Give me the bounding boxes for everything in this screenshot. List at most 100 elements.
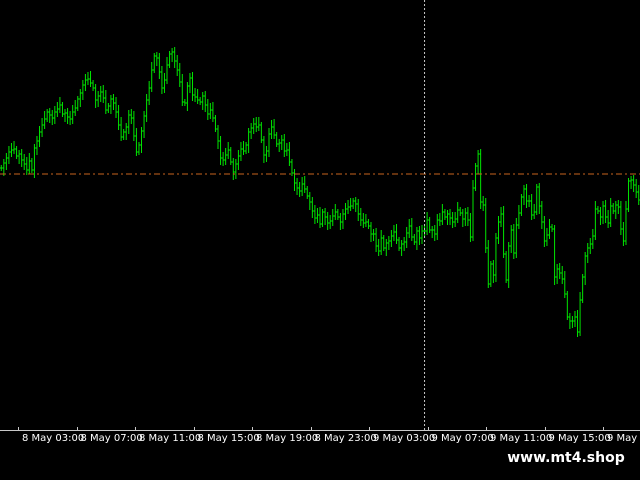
ohlc-bar (165, 57, 169, 84)
ohlc-bar (262, 136, 266, 163)
ohlc-bar (109, 95, 113, 114)
ohlc-bar (254, 117, 258, 132)
ohlc-bar (129, 109, 133, 124)
time-axis-tick (252, 427, 253, 431)
ohlc-bar (216, 125, 220, 149)
ohlc-bar (111, 94, 115, 110)
ohlc-bar (598, 207, 602, 225)
ohlc-bar (35, 136, 39, 155)
ohlc-bar (94, 84, 98, 108)
ohlc-bar (318, 207, 322, 228)
time-axis-label: 9 May 11:00 (490, 433, 553, 444)
ohlc-bar (387, 236, 391, 250)
ohlc-bar (517, 205, 521, 229)
ohlc-bar (581, 274, 585, 303)
ohlc-bar (298, 182, 302, 197)
ohlc-bar (30, 158, 34, 173)
ohlc-bar (456, 202, 460, 223)
ohlc-bar (211, 102, 215, 122)
time-axis-tick (486, 427, 487, 431)
ohlc-bar (474, 163, 478, 191)
ohlc-bar (349, 198, 353, 211)
ohlc-bar (359, 208, 363, 226)
ohlc-bar (443, 209, 447, 220)
ohlc-bar (547, 219, 551, 239)
ohlc-bar (25, 157, 29, 175)
ohlc-bar (382, 235, 386, 251)
ohlc-bar (300, 177, 304, 196)
ohlc-bar (198, 97, 202, 105)
ohlc-bar (394, 224, 398, 244)
ohlc-bar (389, 230, 393, 247)
ohlc-bar (78, 89, 82, 107)
ohlc-bar (479, 149, 483, 209)
ohlc-bar (308, 192, 312, 210)
ohlc-bar (160, 66, 164, 94)
ohlc-bar (604, 200, 608, 223)
ohlc-bar (428, 217, 432, 233)
ohlc-bar (145, 94, 149, 122)
ohlc-bar (514, 218, 518, 258)
ohlc-bar (586, 243, 590, 263)
ohlc-bar (491, 260, 495, 283)
ohlc-bar (66, 108, 70, 124)
ohlc-bar (555, 264, 559, 284)
ohlc-bar (578, 292, 582, 336)
ohlc-bar (275, 132, 279, 147)
ohlc-bar (224, 148, 228, 165)
ohlc-bar (32, 144, 36, 178)
ohlc-bar (234, 159, 238, 179)
ohlc-bar (364, 214, 368, 227)
ohlc-bar (614, 201, 618, 219)
time-axis-label: 9 May 07:00 (431, 433, 494, 444)
ohlc-bar (507, 242, 511, 288)
time-axis-label: 9 May 19:00 (607, 433, 640, 444)
ohlc-bar (525, 184, 529, 208)
ohlc-bar (203, 91, 207, 112)
ohlc-bar (252, 118, 256, 134)
ohlc-bar (512, 224, 516, 259)
ohlc-bar (420, 225, 424, 244)
time-axis-tick (427, 427, 429, 431)
ohlc-bar (570, 316, 574, 328)
ohlc-bar (249, 123, 253, 139)
ohlc-bar (351, 198, 355, 209)
chart-window[interactable]: 8 May 03:00 8 May 07:00 8 May 11:00 8 May 1… (0, 0, 640, 480)
ohlc-bar (499, 207, 503, 227)
ohlc-bar (540, 201, 544, 229)
ohlc-bar (343, 203, 347, 220)
time-axis-label: 9 May 15:00 (548, 433, 611, 444)
ohlc-bar (4, 153, 8, 170)
ohlc-bar (435, 214, 439, 240)
ohlc-bar (60, 102, 64, 117)
ohlc-bar (71, 105, 75, 124)
ohlc-bar (558, 263, 562, 279)
ohlc-bar (264, 146, 268, 162)
ohlc-bar (504, 251, 508, 283)
ohlc-bar (83, 74, 87, 91)
ohlc-bar (15, 146, 19, 159)
ohlc-bar (484, 198, 488, 253)
ohlc-bar (486, 240, 490, 288)
ohlc-bar (461, 209, 465, 227)
price-chart[interactable] (0, 0, 640, 430)
ohlc-bar (560, 266, 564, 284)
ohlc-bar (175, 55, 179, 76)
ohlc-bar (583, 252, 587, 285)
ohlc-bar (619, 201, 623, 235)
ohlc-bar (303, 176, 307, 193)
time-axis-tick (544, 427, 546, 431)
ohlc-bar (313, 205, 317, 224)
ohlc-bar (537, 183, 541, 214)
ohlc-bar (588, 238, 592, 254)
ohlc-bar (173, 47, 177, 68)
ohlc-bar (188, 73, 192, 93)
ohlc-bar (17, 150, 21, 164)
ohlc-bar (374, 228, 378, 252)
ohlc-bar (377, 239, 381, 256)
ohlc-bar (180, 74, 184, 106)
ohlc-bar (122, 129, 126, 140)
ohlc-bar (407, 219, 411, 238)
ohlc-bar (38, 126, 42, 147)
ohlc-bar (463, 208, 467, 226)
